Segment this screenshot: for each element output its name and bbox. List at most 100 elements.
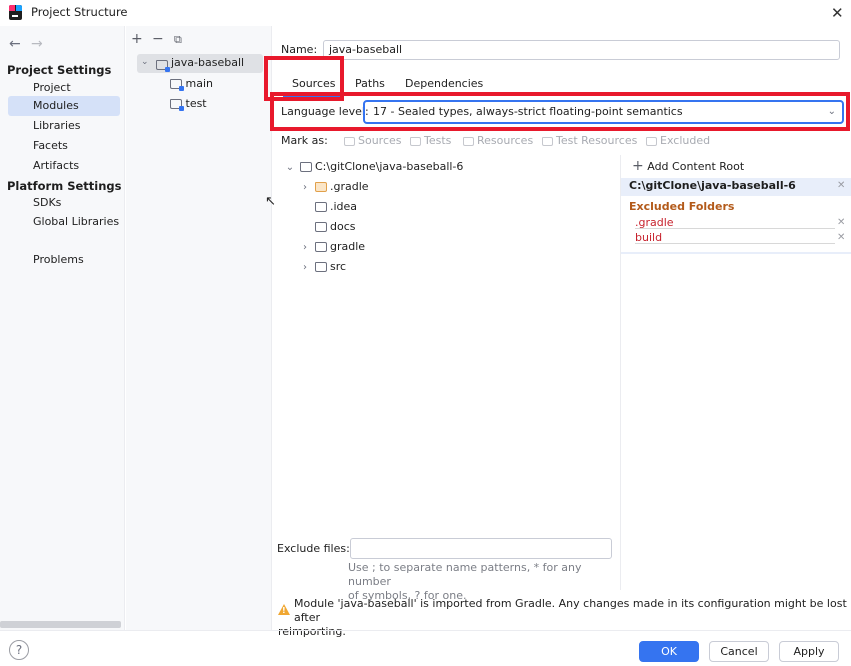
hint-line-1: Use ; to separate name patterns, * for a… [348, 561, 582, 588]
tree-item-label: gradle [330, 240, 366, 253]
help-icon[interactable]: ? [9, 640, 29, 660]
sidebar-scrollbar[interactable] [0, 621, 121, 628]
excluded-folders-header: Excluded Folders [629, 200, 735, 213]
folder-icon [410, 136, 421, 146]
mark-excluded-button[interactable]: Excluded [646, 134, 710, 147]
remove-excluded-icon[interactable]: ✕ [837, 232, 845, 243]
folder-icon [314, 260, 327, 273]
add-content-root-button[interactable]: + Add Content Root [632, 158, 744, 174]
folder-icon [344, 136, 355, 146]
apply-button[interactable]: Apply [779, 641, 839, 662]
folder-icon [299, 160, 312, 173]
sidebar-item-artifacts[interactable]: Artifacts [8, 156, 120, 176]
tree-row[interactable]: › src [299, 257, 346, 277]
module-folder-icon [156, 58, 170, 72]
sidebar-item-problems[interactable]: Problems [8, 250, 120, 270]
module-item-label: test [185, 97, 207, 110]
folder-icon [314, 220, 327, 233]
title-bar: Project Structure ✕ [0, 0, 851, 26]
chevron-down-icon[interactable]: ⌄ [141, 57, 149, 67]
tree-row[interactable]: › gradle [299, 237, 365, 257]
content-root-path: C:\gitClone\java-baseball-6 [629, 179, 796, 192]
copy-icon[interactable]: ⧉ [174, 33, 182, 47]
name-field[interactable]: java-baseball [323, 40, 840, 60]
mark-test-resources-button[interactable]: Test Resources [542, 134, 637, 147]
remove-excluded-icon[interactable]: ✕ [837, 217, 845, 228]
chevron-right-icon[interactable]: › [299, 238, 311, 258]
close-icon[interactable]: ✕ [831, 4, 844, 22]
remove-icon[interactable]: − [152, 31, 164, 47]
module-folder-icon [170, 97, 184, 111]
tree-row[interactable]: › .gradle [299, 177, 369, 197]
mark-resources-label: Resources [477, 134, 534, 147]
mark-sources-label: Sources [358, 134, 402, 147]
sidebar-item-project[interactable]: Project [8, 78, 120, 98]
content-roots-panel: + Add Content Root C:\gitClone\java-base… [620, 155, 851, 590]
chevron-right-icon[interactable]: › [299, 178, 311, 198]
language-level-select[interactable]: 17 - Sealed types, always-strict floatin… [363, 100, 844, 124]
source-folder-tree: ⌄ C:\gitClone\java-baseball-6 › .gradle … [274, 155, 619, 535]
excluded-item-underline [635, 243, 835, 244]
tree-item-label: .idea [330, 200, 358, 213]
module-root-label: java-baseball [171, 56, 245, 69]
dialog-button-bar: ? OK Cancel Apply [0, 630, 851, 666]
exclude-files-label: Exclude files: [277, 542, 350, 555]
folder-icon [314, 200, 327, 213]
module-folder-icon [170, 77, 184, 91]
window-title: Project Structure [31, 5, 128, 19]
mouse-cursor-icon: ↖ [265, 194, 276, 209]
folder-icon [542, 136, 553, 146]
mark-excluded-label: Excluded [660, 134, 711, 147]
ok-button[interactable]: OK [639, 641, 699, 662]
module-tree-root[interactable]: ⌄ java-baseball [137, 54, 263, 73]
add-icon: + [632, 158, 644, 174]
language-level-label: Language level: [281, 105, 369, 118]
root-panel-divider [621, 252, 851, 254]
add-content-root-label: Add Content Root [647, 160, 745, 173]
mark-resources-button[interactable]: Resources [463, 134, 533, 147]
tree-item-label: src [330, 260, 347, 273]
tab-dependencies[interactable]: Dependencies [405, 77, 483, 90]
module-tree-item[interactable]: test [170, 94, 207, 114]
module-tree-panel: + − ⧉ ⌄ java-baseball main test [126, 26, 272, 630]
chevron-down-icon[interactable]: ⌄ [284, 158, 296, 178]
tree-item-label: .gradle [330, 180, 369, 193]
tree-root-row[interactable]: ⌄ C:\gitClone\java-baseball-6 [284, 157, 464, 178]
sidebar-item-facets[interactable]: Facets [8, 136, 120, 156]
module-item-label: main [185, 77, 213, 90]
tree-root-label: C:\gitClone\java-baseball-6 [315, 160, 464, 173]
content-root-row[interactable]: C:\gitClone\java-baseball-6 ✕ [621, 178, 851, 196]
settings-sidebar: ← → Project Settings Project Modules Lib… [0, 26, 125, 630]
sidebar-item-global-libraries[interactable]: Global Libraries [8, 212, 120, 232]
chevron-right-icon[interactable]: › [299, 258, 311, 278]
excluded-folder-icon [314, 180, 327, 193]
intellij-app-icon [9, 5, 22, 20]
forward-arrow-icon[interactable]: → [31, 36, 43, 52]
tab-paths[interactable]: Paths [355, 77, 385, 90]
sidebar-item-libraries[interactable]: Libraries [8, 116, 120, 136]
platform-settings-header: Platform Settings [7, 179, 122, 193]
warning-line-1: Module 'java-baseball' is imported from … [294, 597, 847, 624]
remove-root-icon[interactable]: ✕ [837, 180, 845, 191]
tree-row[interactable]: .idea [299, 197, 357, 217]
mark-as-label: Mark as: [281, 134, 328, 147]
sidebar-item-sdks[interactable]: SDKs [8, 193, 120, 213]
tree-row[interactable]: docs [299, 217, 356, 237]
excluded-item-underline [635, 228, 835, 229]
sidebar-item-modules[interactable]: Modules [8, 96, 120, 116]
add-icon[interactable]: + [131, 31, 143, 47]
language-level-value: 17 - Sealed types, always-strict floatin… [373, 105, 683, 118]
project-settings-header: Project Settings [7, 63, 112, 77]
module-tree-item[interactable]: main [170, 74, 213, 94]
mark-sources-button[interactable]: Sources [344, 134, 402, 147]
mark-tests-label: Tests [424, 134, 452, 147]
chevron-down-icon: ⌄ [827, 106, 836, 117]
tree-item-label: docs [330, 220, 356, 233]
name-label: Name: [281, 43, 318, 56]
back-arrow-icon[interactable]: ← [9, 36, 21, 52]
mark-tests-button[interactable]: Tests [410, 134, 451, 147]
folder-icon [646, 136, 657, 146]
cancel-button[interactable]: Cancel [709, 641, 769, 662]
warning-icon: ! [278, 604, 290, 615]
exclude-files-input[interactable] [350, 538, 612, 559]
